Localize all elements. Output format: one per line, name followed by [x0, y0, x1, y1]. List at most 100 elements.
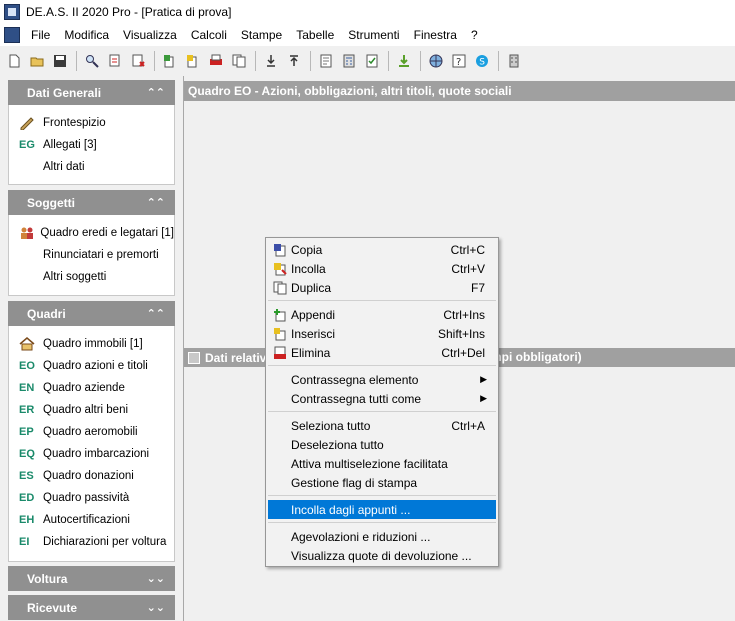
find-icon[interactable] — [81, 50, 103, 72]
sidebar-item-autocertificazioni[interactable]: EH Autocertificazioni — [9, 510, 174, 530]
panel-body-quadri: Quadro immobili [1] EO Quadro azioni e t… — [8, 326, 175, 562]
menu-tabelle[interactable]: Tabelle — [289, 28, 341, 42]
delete-icon — [270, 346, 290, 360]
ctx-elimina[interactable]: Elimina Ctrl+Del — [268, 343, 496, 362]
save-icon[interactable] — [49, 50, 71, 72]
ctx-flag-stampa[interactable]: Gestione flag di stampa — [268, 473, 496, 492]
sidebar-item-donazioni[interactable]: ES Quadro donazioni — [9, 466, 174, 486]
sidebar-item-altri-soggetti[interactable]: Altri soggetti — [9, 267, 174, 287]
svg-text:S: S — [479, 58, 485, 68]
menu-separator — [268, 411, 496, 412]
chevron-up-icon[interactable]: ⌃⌃ — [147, 307, 165, 320]
panel-body-soggetti: Quadro eredi e legatari [1] Rinunciatari… — [8, 215, 175, 296]
sidebar-item-azioni-titoli[interactable]: EO Quadro azioni e titoli — [9, 356, 174, 376]
panel-header-ricevute[interactable]: Ricevute ⌄⌄ — [8, 595, 175, 620]
delete-icon[interactable] — [127, 50, 149, 72]
menu-help[interactable]: ? — [464, 28, 485, 42]
help-icon[interactable]: ? — [448, 50, 470, 72]
web-icon[interactable] — [425, 50, 447, 72]
sidebar-item-aziende[interactable]: EN Quadro aziende — [9, 378, 174, 398]
ctx-multiselezione[interactable]: Attiva multiselezione facilitata — [268, 454, 496, 473]
house-icon — [19, 337, 43, 351]
skype-icon[interactable]: S — [471, 50, 493, 72]
menu-bar: File Modifica Visualizza Calcoli Stampe … — [0, 24, 735, 46]
report-icon[interactable] — [315, 50, 337, 72]
import-icon[interactable] — [260, 50, 282, 72]
title-bar: DE.A.S. II 2020 Pro - [Pratica di prova] — [0, 0, 735, 24]
menu-separator — [268, 300, 496, 301]
sidebar-item-rinunciatari[interactable]: Rinunciatari e premorti — [9, 245, 174, 265]
section-header: Quadro EO - Azioni, obbligazioni, altri … — [184, 81, 735, 101]
chevron-up-icon[interactable]: ⌃⌃ — [147, 196, 165, 209]
sidebar-item-altri-dati[interactable]: Altri dati — [9, 157, 174, 177]
cut-icon[interactable] — [104, 50, 126, 72]
sidebar-item-voltura-dichiarazioni[interactable]: EI Dichiarazioni per voltura — [9, 532, 174, 552]
duplicate-icon[interactable] — [228, 50, 250, 72]
ctx-duplica[interactable]: Duplica F7 — [268, 278, 496, 297]
ctx-deseleziona-tutto[interactable]: Deseleziona tutto — [268, 435, 496, 454]
export-icon[interactable] — [283, 50, 305, 72]
toolbar: ? S — [0, 46, 735, 76]
download-icon[interactable] — [393, 50, 415, 72]
sidebar-item-immobili[interactable]: Quadro immobili [1] — [9, 334, 174, 354]
building-icon[interactable] — [503, 50, 525, 72]
people-icon — [19, 226, 40, 240]
panel-header-soggetti[interactable]: Soggetti ⌃⌃ — [8, 190, 175, 215]
sidebar-item-imbarcazioni[interactable]: EQ Quadro imbarcazioni — [9, 444, 174, 464]
new-icon[interactable] — [3, 50, 25, 72]
open-icon[interactable] — [26, 50, 48, 72]
ctx-incolla[interactable]: Incolla Ctrl+V — [268, 259, 496, 278]
ctx-contrassegna-elemento[interactable]: Contrassegna elemento ▶ — [268, 370, 496, 389]
copy-icon[interactable] — [159, 50, 181, 72]
ctx-contrassegna-tutti[interactable]: Contrassegna tutti come ▶ — [268, 389, 496, 408]
check-icon[interactable] — [361, 50, 383, 72]
ctx-incolla-appunti[interactable]: Incolla dagli appunti ... — [268, 500, 496, 519]
document-window-icon[interactable] — [4, 27, 20, 43]
duplicate-icon — [270, 281, 290, 295]
panel-header-quadri[interactable]: Quadri ⌃⌃ — [8, 301, 175, 326]
panel-body-dati-generali: Frontespizio EG Allegati [3] Altri dati — [8, 105, 175, 185]
sidebar-item-altri-beni[interactable]: ER Quadro altri beni — [9, 400, 174, 420]
chevron-down-icon[interactable]: ⌄⌄ — [147, 601, 165, 614]
ctx-copia[interactable]: Copia Ctrl+C — [268, 240, 496, 259]
copy-icon — [270, 243, 290, 257]
context-menu: Copia Ctrl+C Incolla Ctrl+V Duplica F7 A… — [265, 237, 499, 567]
menu-modifica[interactable]: Modifica — [57, 28, 116, 42]
submenu-arrow-icon: ▶ — [480, 374, 487, 384]
menu-separator — [268, 522, 496, 523]
sidebar-item-allegati[interactable]: EG Allegati [3] — [9, 135, 174, 155]
menu-calcoli[interactable]: Calcoli — [184, 28, 234, 42]
ctx-agevolazioni[interactable]: Agevolazioni e riduzioni ... — [268, 527, 496, 546]
append-icon — [270, 308, 290, 322]
menu-file[interactable]: File — [24, 28, 57, 42]
pen-icon — [19, 116, 43, 130]
sidebar-item-frontespizio[interactable]: Frontespizio — [9, 113, 174, 133]
window-title: DE.A.S. II 2020 Pro - [Pratica di prova] — [26, 5, 232, 19]
panel-header-dati-generali[interactable]: Dati Generali ⌃⌃ — [8, 80, 175, 105]
sidebar-item-aeromobili[interactable]: EP Quadro aeromobili — [9, 422, 174, 442]
print-icon[interactable] — [205, 50, 227, 72]
svg-text:?: ? — [456, 57, 461, 68]
menu-strumenti[interactable]: Strumenti — [341, 28, 406, 42]
sidebar-item-eredi-legatari[interactable]: Quadro eredi e legatari [1] — [9, 223, 174, 243]
menu-separator — [268, 495, 496, 496]
ctx-appendi[interactable]: Appendi Ctrl+Ins — [268, 305, 496, 324]
sidebar: Dati Generali ⌃⌃ Frontespizio EG Allegat… — [0, 76, 183, 621]
menu-visualizza[interactable]: Visualizza — [116, 28, 184, 42]
panel-header-voltura[interactable]: Voltura ⌄⌄ — [8, 566, 175, 591]
chevron-down-icon[interactable]: ⌄⌄ — [147, 572, 165, 585]
ctx-quote-devoluzione[interactable]: Visualizza quote di devoluzione ... — [268, 546, 496, 565]
menu-stampe[interactable]: Stampe — [234, 28, 289, 42]
submenu-arrow-icon: ▶ — [480, 393, 487, 403]
ctx-seleziona-tutto[interactable]: Seleziona tutto Ctrl+A — [268, 416, 496, 435]
paste-icon — [270, 262, 290, 276]
chevron-up-icon[interactable]: ⌃⌃ — [147, 86, 165, 99]
paste-icon[interactable] — [182, 50, 204, 72]
sidebar-item-passivita[interactable]: ED Quadro passività — [9, 488, 174, 508]
ctx-inserisci[interactable]: Inserisci Shift+Ins — [268, 324, 496, 343]
section-icon — [188, 351, 200, 364]
app-icon[interactable] — [4, 4, 20, 20]
calculator-icon[interactable] — [338, 50, 360, 72]
menu-separator — [268, 365, 496, 366]
menu-finestra[interactable]: Finestra — [407, 28, 464, 42]
